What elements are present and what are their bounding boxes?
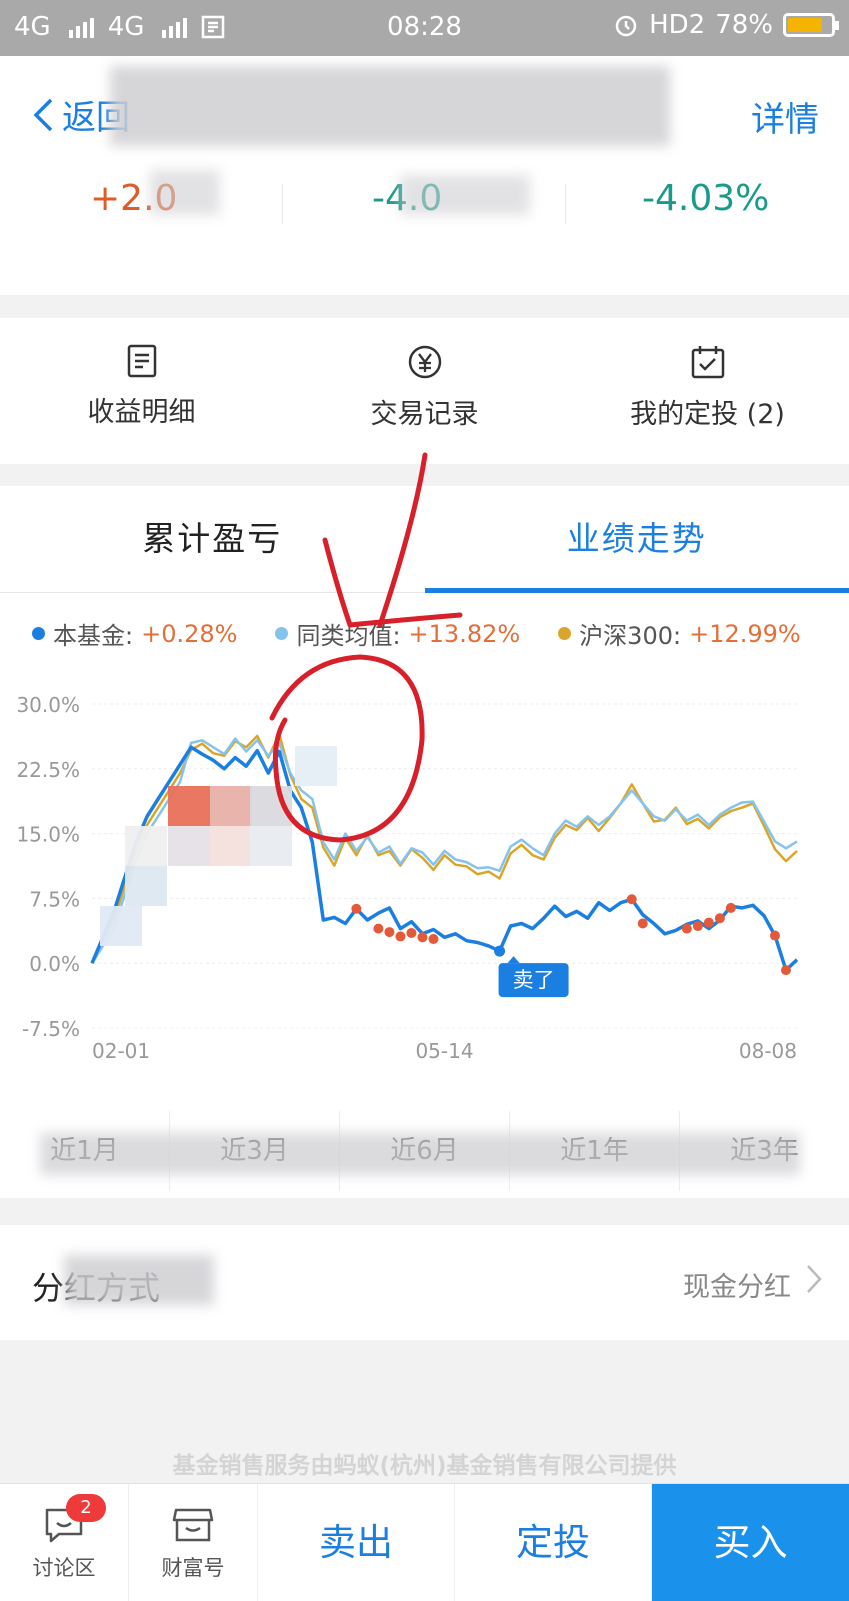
- x-tick-label: 05-14: [415, 1039, 473, 1063]
- redacted-block: [64, 1255, 214, 1305]
- mosaic-block: [125, 866, 167, 906]
- sell-point: [704, 918, 714, 928]
- legend-fund: 本基金: +0.28%: [32, 616, 237, 651]
- mosaic-block: [210, 786, 252, 826]
- chart-legend: 本基金: +0.28% 同类均值: +13.82% 沪深300: +12.99%: [32, 616, 801, 651]
- sell-point: [781, 965, 791, 975]
- sell-point: [428, 934, 438, 944]
- chart-tabs: 累计盈亏 业绩走势: [0, 486, 849, 593]
- mosaic-block: [168, 826, 210, 866]
- divider: [282, 184, 283, 224]
- trade-records-link[interactable]: 交易记录: [283, 318, 566, 464]
- wealth-label: 财富号: [162, 1556, 225, 1580]
- legend-index-value: +12.99%: [689, 620, 801, 648]
- calendar-icon: [690, 344, 726, 380]
- notification-badge: 2: [66, 1494, 106, 1522]
- plan-button[interactable]: 定投: [455, 1484, 652, 1601]
- income-detail-link[interactable]: 收益明细: [0, 318, 283, 464]
- wealth-button[interactable]: 财富号: [129, 1484, 258, 1601]
- legend-dot: [558, 627, 571, 640]
- sell-point: [638, 918, 648, 928]
- y-tick-label: 30.0%: [16, 693, 80, 717]
- mosaic-block: [210, 826, 252, 866]
- nav-bar: 返回 详情: [0, 56, 849, 171]
- status-bar: 4G 4G 08:28 HD2 78%: [0, 0, 849, 56]
- mosaic-block: [250, 826, 292, 866]
- summary-panel: +2.0 -4.0 -4.03%: [0, 170, 849, 295]
- yen-icon: [407, 344, 443, 380]
- buy-button[interactable]: 买入: [652, 1484, 849, 1601]
- document-icon: [126, 344, 158, 378]
- mosaic-block: [100, 906, 142, 946]
- y-tick-label: 22.5%: [16, 758, 80, 782]
- y-tick-label: 15.0%: [16, 823, 80, 847]
- hd-indicator: HD2: [649, 10, 705, 40]
- tab-performance[interactable]: 业绩走势: [425, 486, 849, 592]
- performance-panel: 累计盈亏 业绩走势 本基金: +0.28% 同类均值: +13.82% 沪深30…: [0, 486, 849, 1198]
- sell-point: [715, 913, 725, 923]
- period-selector: 近1月 近3月 近6月 近1年 近3年: [0, 1111, 849, 1191]
- performance-chart: 30.0% 22.5% 15.0% 7.5% 0.0% -7.5% 02-01 05-14 08…: [0, 686, 849, 1086]
- redacted-block: [150, 170, 220, 215]
- redacted-title: [110, 66, 670, 146]
- sell-point: [384, 927, 394, 937]
- battery-icon: [783, 13, 835, 37]
- y-tick-label: -7.5%: [22, 1017, 80, 1041]
- alarm-icon: [613, 12, 639, 38]
- legend-dot: [275, 627, 288, 640]
- legend-peer-name: 同类均值:: [296, 616, 400, 651]
- y-tick-label: 7.5%: [29, 887, 80, 911]
- legend-fund-value: +0.28%: [141, 620, 237, 648]
- legend-dot: [32, 627, 45, 640]
- my-plans-label: 我的定投 (2): [630, 399, 785, 430]
- legend-index: 沪深300: +12.99%: [558, 616, 801, 651]
- chevron-right-icon: [805, 1263, 823, 1295]
- footer-note: 基金销售服务由蚂蚁(杭州)基金销售有限公司提供: [0, 1446, 849, 1480]
- sell-point: [693, 921, 703, 931]
- mosaic-block: [125, 826, 167, 866]
- summary-value-3: -4.03%: [642, 178, 769, 219]
- legend-index-name: 沪深300:: [579, 616, 681, 651]
- legend-peer-value: +13.82%: [409, 620, 521, 648]
- sell-point: [406, 928, 416, 938]
- sell-marker-label: 卖了: [513, 968, 555, 992]
- tab-cumulative[interactable]: 累计盈亏: [0, 486, 425, 592]
- discuss-button[interactable]: 讨论区 2: [0, 1484, 129, 1601]
- sell-point: [373, 924, 383, 934]
- mosaic-block: [295, 746, 337, 786]
- quick-links: 收益明细 交易记录 我的定投 (2): [0, 318, 849, 464]
- sell-point: [770, 931, 780, 941]
- redacted-periods: [40, 1133, 800, 1175]
- sell-button[interactable]: 卖出: [258, 1484, 455, 1601]
- mosaic-block: [250, 786, 292, 826]
- dividend-value: 现金分红: [683, 1265, 791, 1304]
- dividend-row[interactable]: 分红方式 现金分红: [0, 1225, 849, 1340]
- legend-peer: 同类均值: +13.82%: [275, 616, 520, 651]
- redacted-block: [400, 175, 530, 215]
- chevron-left-icon: [32, 97, 54, 133]
- sell-marker-pointer: [508, 956, 520, 963]
- store-icon: [172, 1506, 214, 1544]
- income-detail-label: 收益明细: [88, 397, 196, 428]
- bottom-bar: 讨论区 2 财富号 卖出 定投 买入: [0, 1483, 849, 1601]
- battery-percent: 78%: [715, 10, 773, 40]
- sell-point: [726, 903, 736, 913]
- x-tick-label: 02-01: [92, 1039, 150, 1063]
- sell-point: [627, 894, 637, 904]
- sell-point: [395, 931, 405, 941]
- trade-records-label: 交易记录: [371, 399, 479, 430]
- divider: [565, 184, 566, 224]
- discuss-label: 讨论区: [33, 1556, 96, 1580]
- sell-point: [682, 924, 692, 934]
- mosaic-block: [168, 786, 210, 826]
- buy-point: [494, 946, 505, 957]
- sell-point: [417, 932, 427, 942]
- status-right: HD2 78%: [613, 10, 835, 40]
- sell-point: [351, 904, 361, 914]
- y-tick-label: 0.0%: [29, 952, 80, 976]
- detail-button[interactable]: 详情: [751, 92, 819, 141]
- legend-fund-name: 本基金:: [53, 616, 133, 651]
- my-plans-link[interactable]: 我的定投 (2): [566, 318, 849, 464]
- x-tick-label: 08-08: [739, 1039, 797, 1063]
